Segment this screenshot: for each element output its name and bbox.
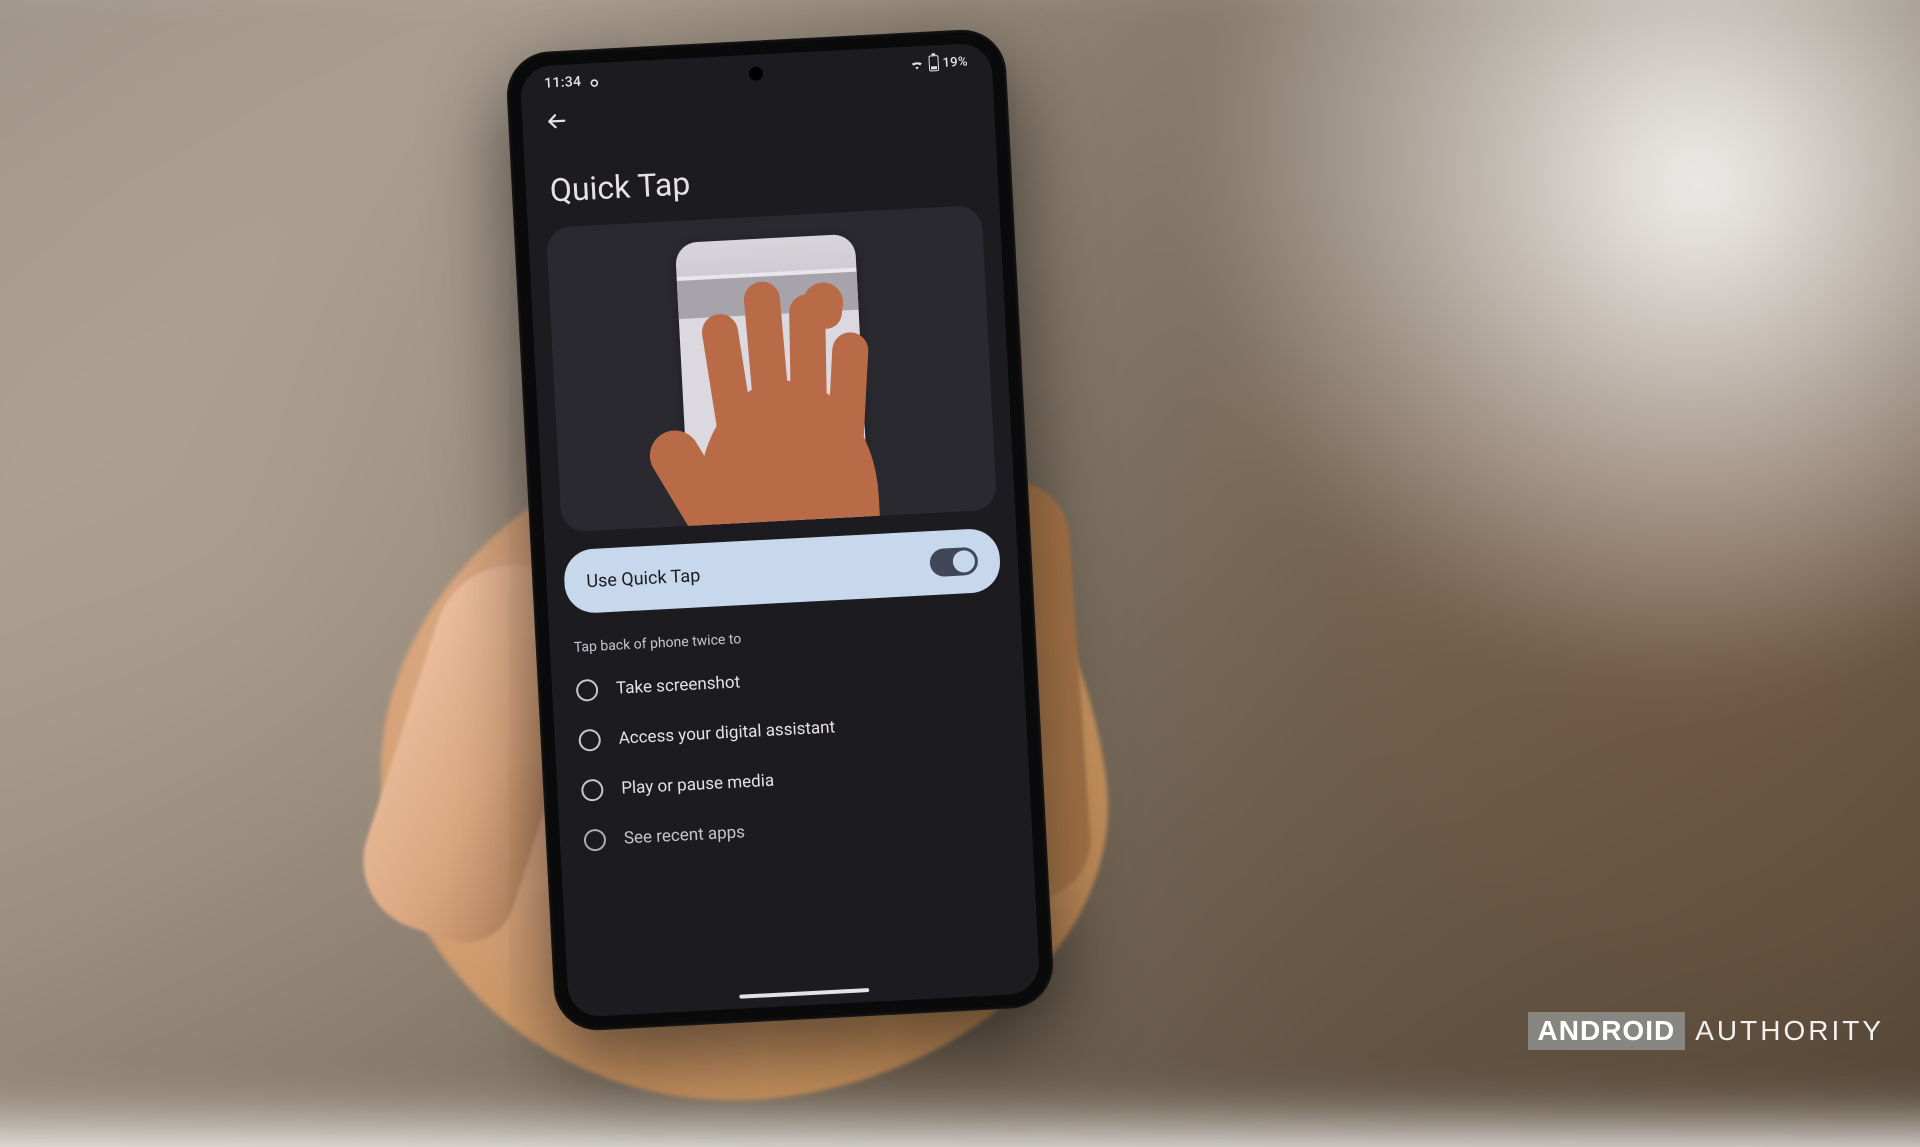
watermark-rest-text: AUTHORITY [1685,1015,1884,1047]
quick-tap-illustration [546,205,997,532]
radio-icon [581,779,604,802]
watermark: ANDROID AUTHORITY [1528,1012,1884,1050]
option-label: See recent apps [623,822,745,848]
battery-outline-icon [928,55,939,72]
quick-tap-options-list: Take screenshot Access your digital assi… [551,642,1033,866]
gesture-nav-indicator [739,988,869,999]
toggle-switch[interactable] [929,547,978,577]
option-label: Take screenshot [616,672,741,698]
battery-percent: 19% [942,54,968,70]
radio-icon [578,729,601,752]
wifi-icon [908,56,925,73]
phone-screen: 11:34 19% Quick Tap [519,42,1040,1017]
arrow-left-icon [544,109,569,134]
radio-icon [583,829,606,852]
option-label: Play or pause media [621,771,775,799]
watermark-boxed-text: ANDROID [1528,1012,1686,1050]
option-label: Access your digital assistant [618,717,835,748]
back-button[interactable] [542,106,571,135]
illustration-hand [650,314,923,532]
phone-body: 11:34 19% Quick Tap [505,28,1056,1033]
notification-dot-icon [589,76,600,87]
status-time: 11:34 [544,74,582,92]
radio-icon [576,679,599,702]
toggle-switch-knob [952,550,975,573]
toggle-label: Use Quick Tap [586,565,701,592]
